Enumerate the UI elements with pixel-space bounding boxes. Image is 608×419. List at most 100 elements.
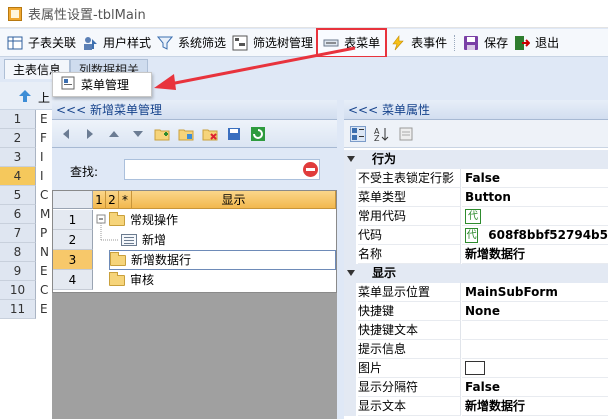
background-row-number[interactable]: 10	[0, 281, 36, 300]
property-value[interactable]: MainSubForm	[462, 283, 608, 302]
property-value[interactable]: 新增数据行	[462, 397, 608, 416]
move-up-icon[interactable]	[106, 126, 122, 142]
category-behavior[interactable]: 行为	[344, 150, 608, 169]
background-row-number[interactable]: 3	[0, 148, 36, 167]
property-row[interactable]: 图片	[344, 359, 608, 378]
add-subfolder-icon[interactable]	[178, 126, 194, 142]
background-cell[interactable]: N	[40, 243, 52, 262]
property-value[interactable]: False	[462, 378, 608, 397]
property-value[interactable]	[462, 321, 608, 340]
property-row[interactable]: 快捷键文本	[344, 321, 608, 340]
row-number[interactable]: 1	[53, 210, 93, 230]
background-row-number[interactable]: 5	[0, 186, 36, 205]
property-row[interactable]: 显示分隔符 False	[344, 378, 608, 397]
background-row-number[interactable]: 1	[0, 110, 36, 129]
property-row[interactable]: 常用代码 代	[344, 207, 608, 226]
property-value[interactable]: None	[462, 302, 608, 321]
toolbar-separator	[454, 34, 456, 51]
menu-property-panel-header[interactable]: <<< 菜单属性	[344, 100, 608, 120]
tree-row-label: 审核	[130, 273, 155, 287]
background-cell[interactable]: F	[40, 129, 52, 148]
menu-tree-panel-header[interactable]: <<< 新增菜单管理	[52, 100, 337, 120]
search-input[interactable]	[124, 159, 320, 180]
property-name: 显示分隔符	[358, 378, 461, 397]
delete-folder-icon[interactable]	[202, 126, 218, 142]
column-header-2[interactable]: 2	[106, 191, 119, 209]
title-bar: 表属性设置-tblMain	[0, 0, 608, 28]
save-tree-icon[interactable]	[226, 126, 242, 142]
property-pages-icon[interactable]	[398, 126, 414, 142]
move-right-icon[interactable]	[82, 126, 98, 142]
collapse-icon[interactable]	[347, 270, 355, 276]
refresh-icon[interactable]	[250, 126, 266, 142]
background-row-number[interactable]: 9	[0, 262, 36, 281]
property-row[interactable]: 不受主表锁定行影 False	[344, 169, 608, 188]
user-style-button[interactable]: 用户样式	[79, 32, 154, 54]
property-value[interactable]: 新增数据行	[462, 245, 608, 264]
row-number[interactable]: 2	[53, 230, 93, 250]
property-row[interactable]: 快捷键 None	[344, 302, 608, 321]
property-value[interactable]: 代	[462, 207, 608, 226]
move-down-icon[interactable]	[130, 126, 146, 142]
property-value[interactable]	[462, 359, 608, 378]
alphabetical-icon[interactable]: AZ	[374, 126, 390, 143]
tree-row[interactable]: 审核	[109, 270, 336, 290]
property-row[interactable]: 菜单显示位置 MainSubForm	[344, 283, 608, 302]
background-cell[interactable]: M	[40, 205, 52, 224]
property-row[interactable]: 菜单类型 Button	[344, 188, 608, 207]
collapse-icon[interactable]	[347, 156, 355, 162]
exit-button[interactable]: 退出	[511, 32, 562, 54]
save-button[interactable]: 保存	[460, 32, 511, 54]
property-name: 提示信息	[358, 340, 461, 359]
property-row[interactable]: 代码 代 608f8bbf52794b5	[344, 226, 608, 245]
column-header-display[interactable]: 显示	[132, 191, 336, 209]
column-header-1[interactable]: 1	[93, 191, 106, 209]
code-badge-icon[interactable]: 代	[465, 227, 479, 243]
background-cell[interactable]: E	[40, 262, 52, 281]
background-row-number[interactable]: 6	[0, 205, 36, 224]
code-badge-icon[interactable]: 代	[465, 208, 481, 224]
property-value[interactable]: False	[462, 169, 608, 188]
main-toolbar: 子表关联 用户样式 系统筛选 筛选树管理 表菜单 表事件 保存 退出	[0, 27, 608, 58]
background-row-number[interactable]: 2	[0, 129, 36, 148]
property-name: 常用代码	[358, 207, 461, 226]
tree-row-selected[interactable]: 新增数据行	[109, 250, 336, 270]
property-row[interactable]: 提示信息	[344, 340, 608, 359]
property-value[interactable]: 代 608f8bbf52794b5	[462, 226, 608, 245]
background-row-number[interactable]: 4	[0, 167, 36, 186]
background-cell[interactable]: E	[40, 300, 52, 319]
table-menu-button[interactable]: 表菜单	[316, 27, 388, 58]
add-folder-icon[interactable]	[154, 126, 170, 142]
tree-row[interactable]: 新增	[121, 230, 336, 250]
up-arrow-icon[interactable]	[18, 89, 32, 106]
row-number[interactable]: 4	[53, 270, 93, 290]
background-row-number[interactable]: 8	[0, 243, 36, 262]
background-cell[interactable]: P	[40, 224, 52, 243]
background-cell[interactable]: I	[40, 148, 52, 167]
column-header-star[interactable]: *	[119, 191, 132, 209]
clear-search-icon[interactable]	[303, 162, 318, 177]
tree-filter-button[interactable]: 筛选树管理	[229, 32, 316, 54]
app-icon	[8, 6, 22, 21]
property-value[interactable]	[462, 340, 608, 359]
category-display[interactable]: 显示	[344, 264, 608, 283]
background-cell[interactable]: I	[40, 167, 52, 186]
image-preview[interactable]	[465, 361, 485, 375]
move-left-icon[interactable]	[58, 126, 74, 142]
sub-table-link-button[interactable]: 子表关联	[4, 32, 79, 54]
background-cell[interactable]: C	[40, 281, 52, 300]
system-filter-button[interactable]: 系统筛选	[154, 32, 229, 54]
background-row-number[interactable]: 11	[0, 300, 36, 319]
tree-row[interactable]: 常规操作	[109, 210, 336, 230]
background-cell[interactable]: E	[40, 110, 52, 129]
background-row-number[interactable]: 7	[0, 224, 36, 243]
background-cell[interactable]: C	[40, 186, 52, 205]
property-value[interactable]: Button	[462, 188, 608, 207]
property-row[interactable]: 名称 新增数据行	[344, 245, 608, 264]
table-event-button[interactable]: 表事件	[387, 32, 450, 54]
property-row[interactable]: 显示文本 新增数据行	[344, 397, 608, 416]
row-number[interactable]: 3	[53, 250, 93, 270]
menu-manage-popup[interactable]: 菜单管理	[52, 72, 152, 97]
categorized-icon[interactable]	[350, 125, 366, 142]
panel-splitter[interactable]	[337, 100, 344, 419]
